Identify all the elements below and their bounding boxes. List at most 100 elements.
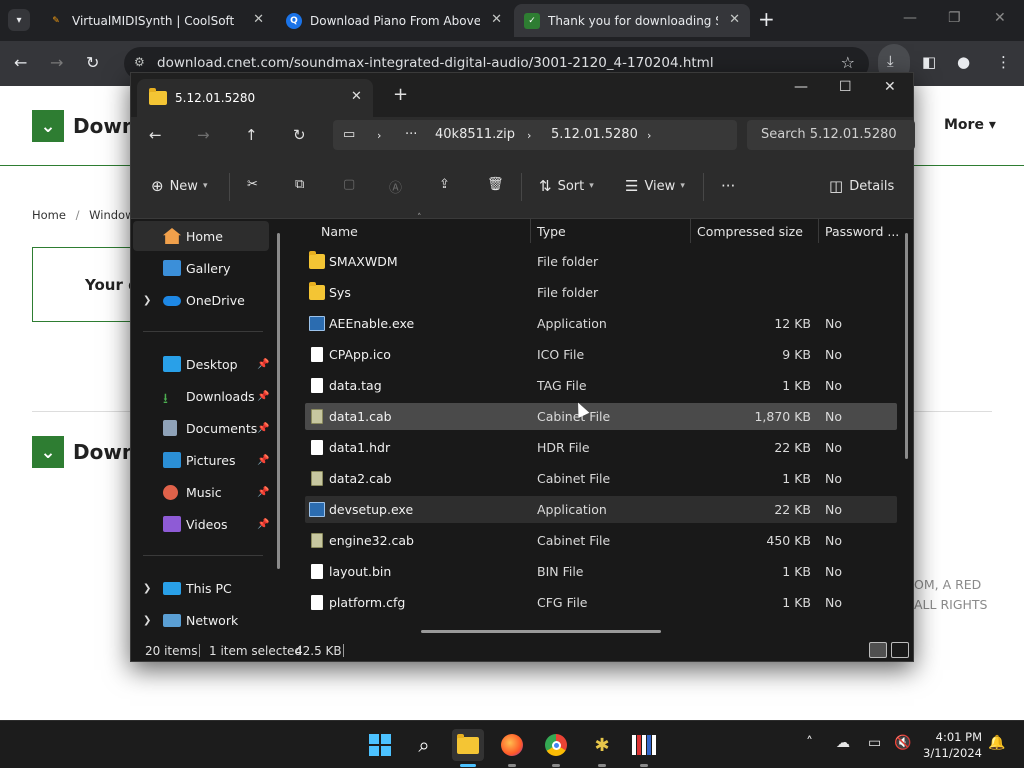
close-window-icon[interactable]: ✕ <box>994 10 1006 26</box>
cloud-sync-icon[interactable]: ☁ <box>836 735 850 751</box>
close-icon[interactable]: ✕ <box>491 12 502 27</box>
monitor-icon[interactable]: ▭ <box>343 127 355 142</box>
side-panel-icon[interactable]: ◧ <box>922 53 936 71</box>
browser-tab-virtualmidisynth[interactable]: ✎ VirtualMIDISynth | CoolSoft ✕ <box>38 4 274 37</box>
column-header-type[interactable]: Type <box>537 219 566 243</box>
nav-item-this-pc[interactable]: ❯ This PC <box>133 573 269 603</box>
column-divider[interactable] <box>530 219 531 243</box>
volume-muted-icon[interactable]: 🔇 <box>894 735 911 751</box>
site-info-icon[interactable]: ⚙ <box>134 55 150 71</box>
tiles-view-button[interactable] <box>891 642 909 658</box>
nav-item-pictures[interactable]: Pictures 📌 <box>133 445 269 475</box>
new-tab-button[interactable]: + <box>758 9 775 29</box>
file-row[interactable]: devsetup.exe Application 22 KB No <box>305 496 897 523</box>
browser-tab-piano-from-above[interactable]: Q Download Piano From Above b ✕ <box>276 4 512 37</box>
taskbar-chrome[interactable] <box>540 729 572 761</box>
maximize-icon[interactable]: ❐ <box>948 10 961 26</box>
details-button[interactable]: ◫ Details <box>829 177 894 195</box>
file-row[interactable]: data1.cab Cabinet File 1,870 KB No <box>305 403 897 430</box>
delete-icon[interactable]: 🗑 <box>487 177 504 192</box>
system-clock[interactable]: 4:01 PM 3/11/2024 <box>920 729 982 761</box>
explorer-address-bar[interactable]: ▭ › ··· 40k8511.zip › 5.12.01.5280 › <box>333 120 737 150</box>
more-options-icon[interactable]: ··· <box>721 177 735 195</box>
nav-item-network[interactable]: ❯ Network <box>133 605 269 635</box>
file-row[interactable]: data1.hdr HDR File 22 KB No <box>305 434 897 461</box>
minimize-icon[interactable]: — <box>903 10 917 26</box>
file-row[interactable]: engine32.cab Cabinet File 450 KB No <box>305 527 897 554</box>
close-tab-icon[interactable]: ✕ <box>351 89 362 104</box>
menu-icon[interactable]: ⋮ <box>996 53 1011 71</box>
network-status-icon[interactable]: ▭ <box>868 735 881 751</box>
file-row[interactable]: SMAXWDM File folder <box>305 248 897 275</box>
up-icon[interactable]: ↑ <box>245 126 258 144</box>
breadcrumb-home[interactable]: Home <box>32 208 66 222</box>
nav-item-onedrive[interactable]: ❯ OneDrive <box>133 285 269 315</box>
maximize-icon[interactable]: ☐ <box>839 79 852 95</box>
chevron-right-icon[interactable]: ❯ <box>143 295 151 306</box>
start-button[interactable] <box>364 729 396 761</box>
rename-icon[interactable]: Ⓐ <box>389 177 402 196</box>
new-button[interactable]: ⊕ New ▾ <box>151 177 207 195</box>
back-icon[interactable]: ← <box>149 126 162 144</box>
sort-button[interactable]: ⇅ Sort ▾ <box>539 177 594 195</box>
notification-bell-icon[interactable]: 🔔 <box>988 735 1005 751</box>
bookmark-star-icon[interactable]: ☆ <box>841 53 855 72</box>
breadcrumb-overflow[interactable]: ··· <box>405 127 417 142</box>
file-row[interactable]: data.tag TAG File 1 KB No <box>305 372 897 399</box>
column-header-name[interactable]: Name <box>321 219 358 243</box>
file-row[interactable]: platform.cfg CFG File 1 KB No <box>305 589 897 616</box>
search-button[interactable]: ⌕ <box>408 729 440 761</box>
new-explorer-tab-button[interactable]: + <box>393 84 408 105</box>
taskbar-bee-app[interactable]: ✱ <box>586 729 618 761</box>
close-icon[interactable]: ✕ <box>729 12 740 27</box>
back-icon[interactable]: ← <box>14 53 27 72</box>
chevron-right-icon[interactable]: ❯ <box>143 583 151 594</box>
taskbar-firefox[interactable] <box>496 729 528 761</box>
nav-item-videos[interactable]: Videos 📌 <box>133 509 269 539</box>
nav-item-desktop[interactable]: Desktop 📌 <box>133 349 269 379</box>
download-logo-icon-footer[interactable]: ⌄ <box>32 436 64 468</box>
download-logo-icon[interactable]: ⌄ <box>32 110 64 142</box>
explorer-search-box[interactable]: Search 5.12.01.5280 <box>747 120 915 150</box>
forward-icon[interactable]: → <box>197 126 210 144</box>
file-row[interactable]: layout.bin BIN File 1 KB No <box>305 558 897 585</box>
refresh-icon[interactable]: ↻ <box>293 126 306 144</box>
share-icon[interactable]: ⇪ <box>439 177 450 192</box>
site-logo-text-footer[interactable]: Down <box>73 440 136 464</box>
file-list-vertical-scrollbar[interactable] <box>905 233 908 459</box>
taskbar-piano-app[interactable] <box>628 729 660 761</box>
column-divider[interactable] <box>818 219 819 243</box>
paste-icon[interactable]: ▢ <box>343 177 355 192</box>
file-row[interactable]: CPApp.ico ICO File 9 KB No <box>305 341 897 368</box>
view-button[interactable]: ☰ View ▾ <box>625 177 685 195</box>
taskbar-file-explorer[interactable] <box>452 729 484 761</box>
column-divider[interactable] <box>690 219 691 243</box>
file-row[interactable]: Sys File folder <box>305 279 897 306</box>
file-row[interactable]: AEEnable.exe Application 12 KB No <box>305 310 897 337</box>
chevron-right-icon[interactable]: › <box>647 129 651 142</box>
profile-icon[interactable]: ● <box>957 53 970 71</box>
file-list-horizontal-scrollbar[interactable] <box>421 630 661 633</box>
site-logo-text[interactable]: Down <box>73 114 136 138</box>
details-view-button[interactable] <box>869 642 887 658</box>
nav-pane-scrollbar[interactable] <box>277 233 280 569</box>
nav-item-music[interactable]: Music 📌 <box>133 477 269 507</box>
reload-icon[interactable]: ↻ <box>86 53 99 72</box>
more-menu-link[interactable]: More ▾ <box>944 117 996 133</box>
tab-search-button[interactable]: ▾ <box>8 9 30 31</box>
chevron-right-icon[interactable]: ❯ <box>143 615 151 626</box>
minimize-icon[interactable]: — <box>794 79 808 95</box>
nav-item-downloads[interactable]: ⭳ Downloads 📌 <box>133 381 269 411</box>
close-window-icon[interactable]: ✕ <box>884 79 896 95</box>
close-icon[interactable]: ✕ <box>253 12 264 27</box>
column-header-compressed-size[interactable]: Compressed size <box>697 219 803 243</box>
nav-item-home[interactable]: Home <box>133 221 269 251</box>
forward-icon[interactable]: → <box>50 53 63 72</box>
copy-icon[interactable]: ⧉ <box>295 177 304 192</box>
nav-item-gallery[interactable]: Gallery <box>133 253 269 283</box>
breadcrumb-zip[interactable]: 40k8511.zip <box>435 127 515 142</box>
cut-icon[interactable]: ✂ <box>247 177 258 192</box>
breadcrumb-folder[interactable]: 5.12.01.5280 <box>551 127 638 142</box>
show-hidden-icons-chevron-icon[interactable]: ˄ <box>806 735 813 751</box>
browser-tab-cnet-download[interactable]: ✓ Thank you for downloading So ✕ <box>514 4 750 37</box>
